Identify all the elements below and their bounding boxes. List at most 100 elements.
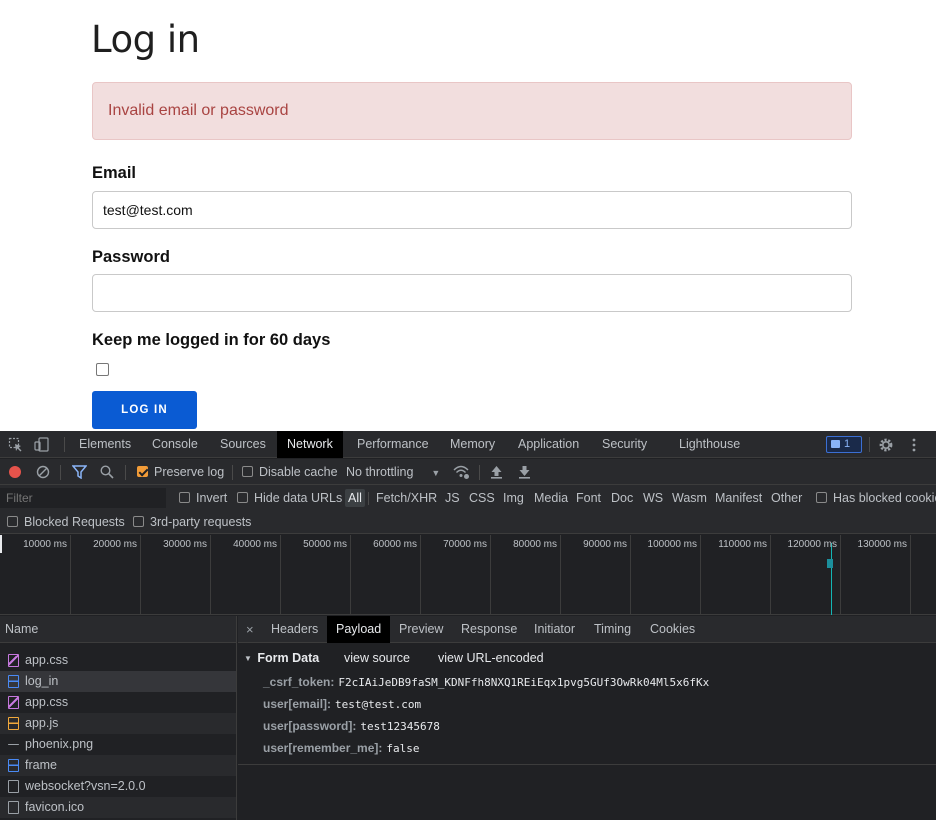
type-filter-font[interactable]: Font [573, 489, 604, 507]
messages-badge[interactable]: 1 [826, 436, 862, 453]
type-filter-all[interactable]: All [345, 489, 365, 507]
disable-cache-toggle[interactable]: Disable cache [242, 459, 338, 485]
third-party-checkbox[interactable] [133, 516, 144, 527]
hide-data-urls-checkbox[interactable] [237, 492, 248, 503]
third-party-label: 3rd-party requests [150, 515, 252, 529]
remember-me-checkbox[interactable] [96, 363, 109, 376]
timeline-gridline [910, 535, 911, 615]
view-source-link[interactable]: view source [344, 648, 410, 668]
tab-lighthouse[interactable]: Lighthouse [669, 431, 750, 458]
devtools-panel: Elements Console Sources Network Perform… [0, 431, 936, 820]
detail-tab-payload[interactable]: Payload [327, 616, 391, 643]
toolbar-divider [60, 465, 61, 480]
more-options-icon[interactable] [911, 437, 917, 455]
inspect-element-icon[interactable] [8, 437, 23, 454]
type-filter-css[interactable]: CSS [466, 489, 498, 507]
column-header-name[interactable]: Name [0, 616, 236, 643]
type-filter-fetch-xhr[interactable]: Fetch/XHR [373, 489, 440, 507]
request-name: websocket?vsn=2.0.0 [25, 779, 146, 793]
timeline-tick-label: 60000 ms [373, 539, 417, 550]
gear-icon[interactable] [878, 437, 894, 455]
preserve-log-label: Preserve log [154, 465, 225, 479]
timeline-tick-label: 90000 ms [583, 539, 627, 550]
css-file-icon [8, 696, 19, 709]
network-conditions-icon[interactable] [452, 464, 470, 482]
device-toolbar-icon[interactable] [34, 437, 50, 454]
network-timeline-overview[interactable]: 10000 ms 20000 ms 30000 ms 40000 ms 50000 ms… [0, 535, 936, 615]
type-filter-doc[interactable]: Doc [608, 489, 636, 507]
password-field[interactable] [92, 274, 852, 312]
filter-bar: Invert Hide data URLs All Fetch/XHR JS C… [0, 485, 936, 511]
form-field-value: false [386, 742, 420, 755]
preserve-log-checkbox[interactable] [137, 466, 148, 477]
invert-toggle[interactable]: Invert [179, 485, 227, 511]
tabbar-divider-right [869, 437, 870, 452]
has-blocked-cookies-label: Has blocked cookie [833, 491, 936, 505]
type-filter-ws[interactable]: WS [640, 489, 666, 507]
type-filter-media[interactable]: Media [531, 489, 571, 507]
form-field-key: user[remember_me]: [263, 741, 383, 755]
filter-input[interactable] [0, 488, 166, 508]
clear-icon[interactable] [36, 465, 50, 481]
type-filter-manifest[interactable]: Manifest [712, 489, 765, 507]
tab-console[interactable]: Console [142, 431, 208, 458]
has-blocked-cookies-checkbox[interactable] [816, 492, 827, 503]
request-row[interactable]: app.css [0, 650, 236, 671]
page-title: Log in [91, 18, 200, 61]
request-row[interactable]: app.js [0, 713, 236, 734]
detail-tab-response[interactable]: Response [452, 616, 526, 643]
form-data-header[interactable]: ▼ Form Data [244, 648, 319, 668]
email-field[interactable] [92, 191, 852, 229]
blocked-requests-toggle[interactable]: Blocked Requests [7, 511, 125, 534]
tab-memory[interactable]: Memory [440, 431, 505, 458]
search-icon[interactable] [100, 465, 114, 481]
request-row[interactable]: websocket?vsn=2.0.0 [0, 776, 236, 797]
request-row[interactable]: log_in [0, 671, 236, 692]
detail-tab-cookies[interactable]: Cookies [641, 616, 704, 643]
type-filter-other[interactable]: Other [768, 489, 805, 507]
close-icon[interactable]: × [246, 622, 254, 637]
has-blocked-cookies-toggle[interactable]: Has blocked cookie [816, 485, 936, 511]
type-filter-js[interactable]: JS [442, 489, 463, 507]
form-field-value: test@test.com [335, 698, 422, 711]
tab-application[interactable]: Application [508, 431, 589, 458]
disable-cache-checkbox[interactable] [242, 466, 253, 477]
request-row[interactable]: frame [0, 755, 236, 776]
login-button[interactable]: LOG IN [92, 391, 197, 429]
tab-sources[interactable]: Sources [210, 431, 276, 458]
timeline-tick-label: 10000 ms [23, 539, 67, 550]
form-field-key: _csrf_token: [263, 675, 335, 689]
tab-security[interactable]: Security [592, 431, 657, 458]
import-har-icon[interactable] [490, 465, 503, 481]
throttling-select[interactable]: No throttling ▼ [346, 459, 440, 485]
login-page: Log in Invalid email or password Email P… [0, 0, 936, 431]
filter-divider [368, 492, 369, 505]
filter-icon[interactable] [71, 465, 88, 481]
request-row[interactable]: app.css [0, 692, 236, 713]
type-filter-img[interactable]: Img [500, 489, 527, 507]
type-filter-wasm[interactable]: Wasm [669, 489, 710, 507]
tab-performance[interactable]: Performance [347, 431, 439, 458]
detail-tab-headers[interactable]: Headers [262, 616, 327, 643]
tab-elements[interactable]: Elements [69, 431, 141, 458]
request-list: Name app.css log_in app.css app.js phoenix.p… [0, 616, 237, 820]
request-row[interactable]: phoenix.png [0, 734, 236, 755]
password-label: Password [92, 248, 170, 266]
detail-tab-initiator[interactable]: Initiator [525, 616, 584, 643]
tab-network[interactable]: Network [277, 431, 343, 458]
record-icon[interactable] [8, 465, 22, 481]
invert-checkbox[interactable] [179, 492, 190, 503]
detail-tab-preview[interactable]: Preview [390, 616, 452, 643]
request-name: app.css [25, 653, 69, 667]
error-alert-text: Invalid email or password [108, 102, 289, 119]
hide-data-urls-toggle[interactable]: Hide data URLs [237, 485, 342, 511]
generic-file-icon [8, 801, 19, 814]
view-url-encoded-link[interactable]: view URL-encoded [438, 648, 544, 668]
preserve-log-toggle[interactable]: Preserve log [137, 459, 224, 485]
detail-tab-timing[interactable]: Timing [585, 616, 640, 643]
request-row[interactable]: favicon.ico [0, 797, 236, 818]
third-party-toggle[interactable]: 3rd-party requests [133, 511, 251, 534]
blocked-requests-checkbox[interactable] [7, 516, 18, 527]
request-name: frame [25, 758, 57, 772]
export-har-icon[interactable] [518, 465, 531, 481]
